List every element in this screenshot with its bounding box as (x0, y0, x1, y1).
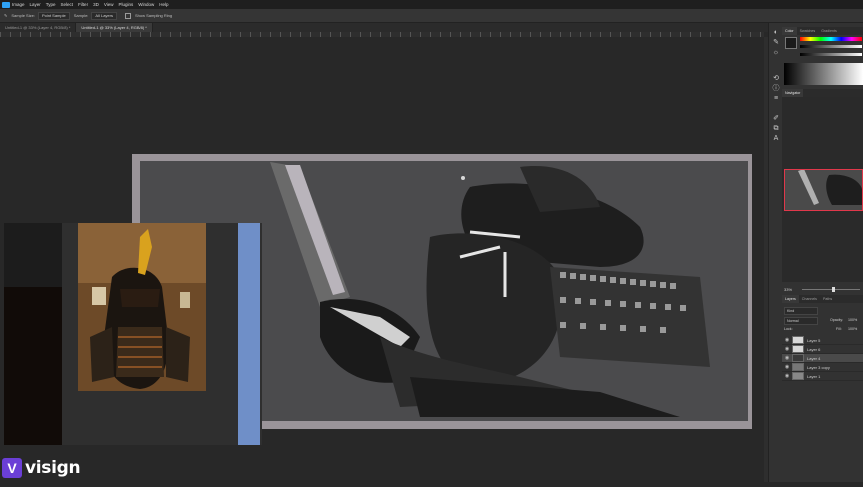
menu-help[interactable]: Help (159, 2, 168, 7)
navigator-view-box[interactable] (784, 169, 863, 211)
layer-thumbnail (792, 372, 804, 380)
kind-label: Kind (787, 309, 795, 313)
options-bar: ✎ Sample Size: Point Sample Sample: All … (0, 9, 863, 23)
history-icon[interactable]: ⟲ (771, 75, 781, 83)
layer-row-selected[interactable]: ◉ Layer 4 (782, 354, 863, 363)
color-panel-tabs: Color Swatches Gradients (782, 27, 863, 35)
opacity-label: Opacity: (830, 318, 844, 322)
visibility-eye-icon[interactable]: ◉ (782, 346, 792, 352)
menu-3d[interactable]: 3D (93, 2, 99, 7)
layer-thumbnail (792, 336, 804, 344)
clone-source-icon[interactable]: ⧉ (771, 125, 781, 133)
tab-navigator[interactable]: Navigator (782, 89, 804, 97)
visibility-eye-icon[interactable]: ◉ (782, 355, 792, 361)
right-panels: Color Swatches Gradients Navigator 33% L… (782, 23, 863, 482)
layer-row[interactable]: ◉ Layer 3 copy (782, 363, 863, 372)
hue-slider[interactable] (800, 37, 862, 41)
menu-bar: Image Layer Type Select Filter 3D View P… (0, 0, 863, 9)
color-ramp[interactable] (784, 63, 863, 85)
adjustment-icon[interactable]: ☼ (771, 49, 781, 57)
menu-type[interactable]: Type (46, 2, 56, 7)
layer-thumbnail (792, 363, 804, 371)
eyedropper-tool-icon[interactable]: ✎ (4, 13, 7, 18)
navigator-zoom-slider[interactable] (802, 287, 860, 292)
layer-thumbnail (792, 345, 804, 353)
layer-name: Layer 3 copy (807, 364, 830, 370)
character-icon[interactable]: A (771, 135, 781, 143)
menu-plugins[interactable]: Plugins (119, 2, 134, 7)
lock-label: Lock: (784, 327, 793, 331)
color-panel-icon[interactable]: ◐ (771, 29, 781, 37)
menu-view[interactable]: View (104, 2, 114, 7)
layer-filter-kind[interactable]: Kind (784, 307, 818, 315)
photoshop-logo-icon[interactable] (2, 1, 10, 8)
sample-select[interactable]: All Layers (91, 11, 117, 20)
visibility-eye-icon[interactable]: ◉ (782, 364, 792, 370)
navigator-thumbnail[interactable] (784, 169, 863, 211)
fill-value[interactable]: 100% (848, 327, 857, 331)
tab-paths[interactable]: Paths (820, 295, 835, 303)
info-icon[interactable]: ⓘ (771, 85, 781, 93)
layer-name: Layer 4 (807, 355, 821, 361)
tab-channels[interactable]: Channels (799, 295, 820, 303)
menu-image[interactable]: Image (12, 2, 25, 7)
brush-preset-icon[interactable]: ✎ (771, 39, 781, 47)
layer-name: Layer 1 (807, 373, 821, 379)
visibility-eye-icon[interactable]: ◉ (782, 373, 792, 379)
tab-layers[interactable]: Layers (782, 295, 799, 303)
sample-label: Sample: (73, 13, 89, 18)
artwork-canvas[interactable] (0, 37, 764, 482)
sample-size-select[interactable]: Point Sample (37, 11, 70, 20)
menu-filter[interactable]: Filter (78, 2, 88, 7)
tab-swatches[interactable]: Swatches (797, 27, 819, 35)
fill-label: Fill: (836, 327, 842, 331)
visign-watermark: V visign (2, 455, 112, 480)
layer-row[interactable]: ◉ Layer 6 (782, 345, 863, 354)
layers-panel-tabs: Layers Channels Paths (782, 295, 863, 303)
opacity-value[interactable]: 100% (848, 318, 857, 322)
properties-icon[interactable]: ≡ (771, 95, 781, 103)
menu-layer[interactable]: Layer (30, 2, 41, 7)
sample-size-label: Sample Size: (11, 13, 35, 18)
layer-name: Layer 6 (807, 346, 821, 352)
navigator-zoom-value[interactable]: 33% (784, 287, 792, 292)
layer-thumbnail (792, 354, 804, 362)
brightness-slider[interactable] (800, 53, 862, 56)
visign-logo-icon: V (2, 457, 22, 478)
layer-row[interactable]: ◉ Layer 1 (782, 372, 863, 381)
brush-icon[interactable]: ✐ (771, 115, 781, 123)
reference-image-window[interactable] (4, 223, 262, 445)
navigator-panel-tabs: Navigator (782, 89, 863, 97)
layer-row[interactable]: ◉ Layer 5 (782, 336, 863, 345)
blend-mode-value: Normal (787, 319, 799, 323)
layer-name: Layer 5 (807, 337, 821, 343)
panel-tool-strip: ◐ ✎ ☼ ⟲ ⓘ ≡ ✐ ⧉ A (768, 23, 783, 482)
canvas-area[interactable] (0, 37, 764, 482)
menu-window[interactable]: Window (138, 2, 154, 7)
menu-select[interactable]: Select (61, 2, 74, 7)
document-tab-active[interactable]: Untitled-1 @ 33% (Layer 4, RGB/8) * (76, 23, 153, 32)
saturation-slider[interactable] (800, 45, 862, 48)
document-tab-1[interactable]: Untitled-1 @ 33% (Layer 4, RGB/8) * (0, 23, 77, 32)
watermark-text: visign (25, 457, 81, 478)
foreground-color-swatch[interactable] (785, 37, 797, 49)
zoom-slider-handle[interactable] (832, 287, 835, 292)
show-sampling-ring-label: Show Sampling Ring (134, 13, 173, 18)
show-sampling-ring-checkbox[interactable] (124, 12, 131, 19)
document-tabs: Untitled-1 @ 33% (Layer 4, RGB/8) * Unti… (0, 23, 780, 32)
blend-mode-select[interactable]: Normal (784, 317, 818, 325)
visibility-eye-icon[interactable]: ◉ (782, 337, 792, 343)
tab-gradients[interactable]: Gradients (818, 27, 840, 35)
tab-color[interactable]: Color (782, 27, 797, 35)
